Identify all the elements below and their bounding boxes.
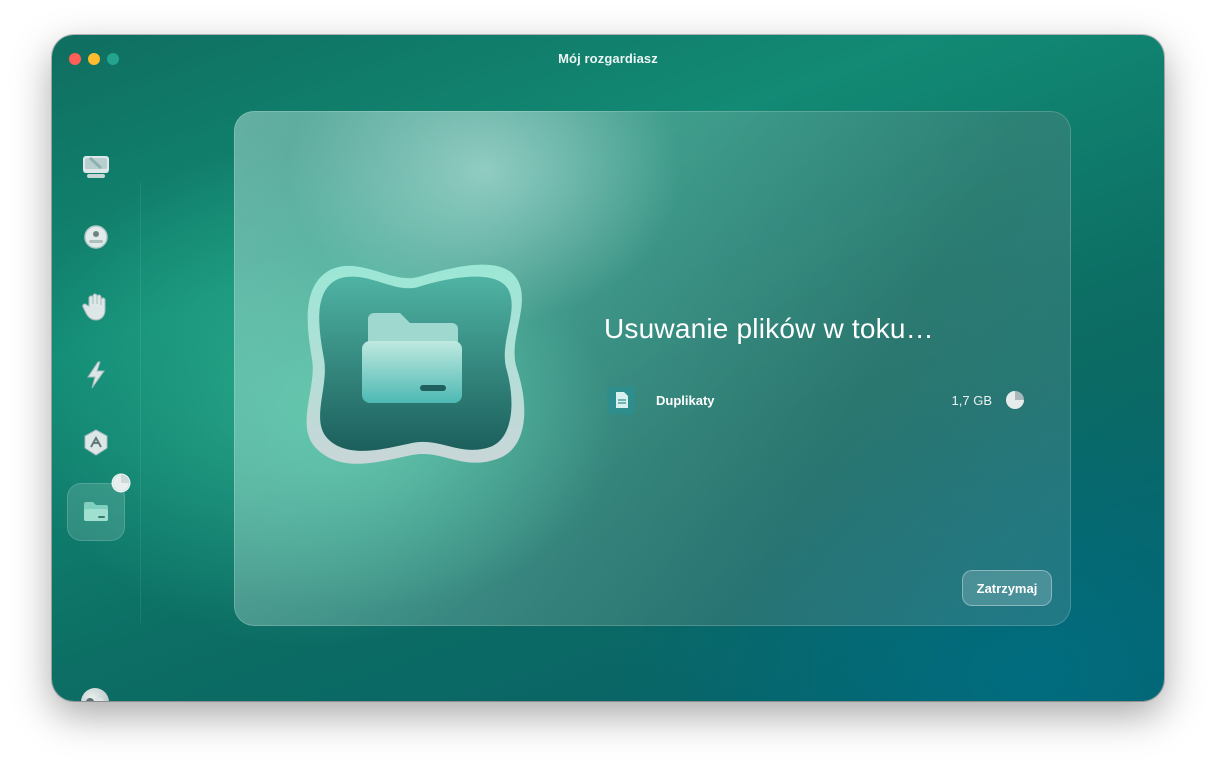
item-progress-pie-icon [1006, 391, 1024, 409]
sidebar-item-smart-scan[interactable] [74, 145, 118, 189]
folder-hero-icon [306, 264, 525, 464]
item-label: Duplikaty [656, 393, 715, 408]
window-title: Mój rozgardiasz [558, 51, 658, 66]
title-bar: Mój rozgardiasz [52, 35, 1164, 83]
stop-button[interactable]: Zatrzymaj [962, 570, 1052, 606]
protection-shield-icon [84, 225, 108, 249]
main-panel: Usuwanie plików w toku… Duplikaty 1,7 GB… [234, 111, 1071, 626]
sidebar-item-applications[interactable] [74, 421, 118, 465]
sidebar-item-my-clutter[interactable] [67, 475, 129, 541]
clutter-progress-pie-icon [113, 475, 129, 491]
duplicates-icon [606, 386, 636, 416]
privacy-hand-icon [82, 293, 106, 321]
speed-lightning-icon [87, 361, 105, 389]
my-clutter-folder-icon [84, 502, 108, 521]
page-heading: Usuwanie plików w toku… [604, 313, 934, 344]
sidebar-divider [140, 183, 141, 623]
app-window: Mój rozgardiasz Usuwanie plików w toku… … [52, 35, 1164, 701]
sidebar-item-privacy[interactable] [74, 285, 118, 329]
applications-icon [84, 429, 108, 456]
assistant-icon[interactable] [81, 688, 109, 701]
sidebar [52, 83, 142, 701]
sidebar-item-protection[interactable] [74, 215, 118, 259]
list-item: Duplikaty 1,7 GB [604, 383, 1024, 419]
smart-scan-monitor-icon [83, 156, 109, 178]
sidebar-item-speed[interactable] [74, 353, 118, 397]
item-size: 1,7 GB [951, 393, 992, 408]
